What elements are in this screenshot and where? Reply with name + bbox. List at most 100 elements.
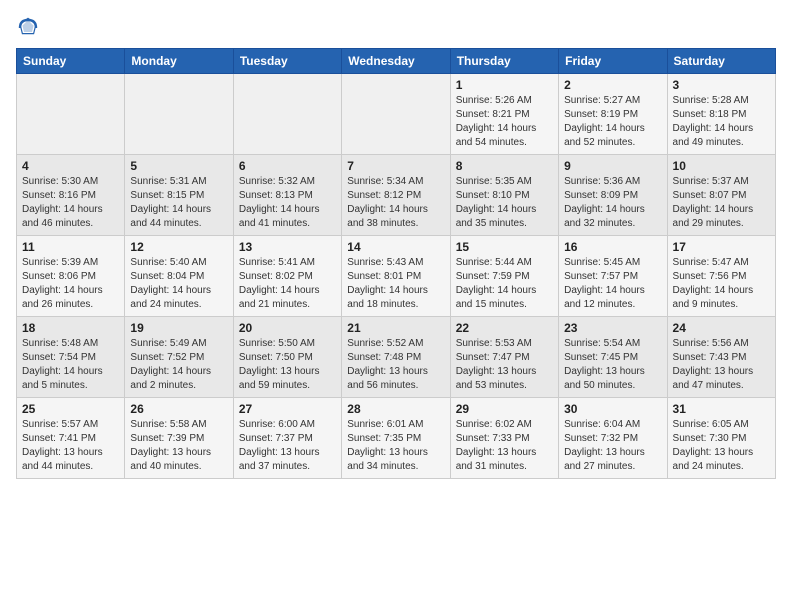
weekday-header-thursday: Thursday (450, 49, 558, 74)
day-number: 25 (22, 402, 119, 416)
calendar-cell: 21 Sunrise: 5:52 AM Sunset: 7:48 PM Dayli… (342, 317, 450, 398)
day-info: Sunrise: 5:53 AM Sunset: 7:47 PM Dayligh… (456, 337, 553, 393)
day-info: Sunrise: 5:34 AM Sunset: 8:12 PM Dayligh… (347, 175, 444, 231)
day-number: 20 (239, 321, 336, 335)
day-number: 7 (347, 159, 444, 173)
day-number: 22 (456, 321, 553, 335)
day-number: 31 (673, 402, 770, 416)
calendar-cell: 11Sunrise: 5:39 AM Sunset: 8:06 PM Dayli… (17, 236, 125, 317)
day-info: Sunrise: 5:31 AM Sunset: 8:15 PM Dayligh… (130, 175, 227, 231)
page-header (16, 16, 776, 40)
calendar-cell (233, 74, 341, 155)
day-number: 18 (22, 321, 119, 335)
calendar-cell: 26 Sunrise: 5:58 AM Sunset: 7:39 PM Dayli… (125, 398, 233, 479)
day-info: Sunrise: 6:04 AM Sunset: 7:32 PM Dayligh… (564, 418, 661, 474)
calendar-cell: 15Sunrise: 5:44 AM Sunset: 7:59 PM Dayli… (450, 236, 558, 317)
day-info: Sunrise: 5:52 AM Sunset: 7:48 PM Dayligh… (347, 337, 444, 393)
day-info: Sunrise: 5:56 AM Sunset: 7:43 PM Dayligh… (673, 337, 770, 393)
day-info: Sunrise: 5:44 AM Sunset: 7:59 PM Dayligh… (456, 256, 553, 312)
day-number: 1 (456, 78, 553, 92)
day-info: Sunrise: 5:30 AM Sunset: 8:16 PM Dayligh… (22, 175, 119, 231)
day-number: 30 (564, 402, 661, 416)
day-info: Sunrise: 5:39 AM Sunset: 8:06 PM Dayligh… (22, 256, 119, 312)
day-info: Sunrise: 6:02 AM Sunset: 7:33 PM Dayligh… (456, 418, 553, 474)
day-number: 19 (130, 321, 227, 335)
calendar-cell: 1 Sunrise: 5:26 AM Sunset: 8:21 PM Daylig… (450, 74, 558, 155)
calendar-cell: 22 Sunrise: 5:53 AM Sunset: 7:47 PM Dayli… (450, 317, 558, 398)
calendar-cell (342, 74, 450, 155)
calendar-cell: 27 Sunrise: 6:00 AM Sunset: 7:37 PM Dayli… (233, 398, 341, 479)
weekday-header-wednesday: Wednesday (342, 49, 450, 74)
day-info: Sunrise: 5:41 AM Sunset: 8:02 PM Dayligh… (239, 256, 336, 312)
day-info: Sunrise: 5:32 AM Sunset: 8:13 PM Dayligh… (239, 175, 336, 231)
calendar-cell: 18 Sunrise: 5:48 AM Sunset: 7:54 PM Dayli… (17, 317, 125, 398)
calendar-cell: 2Sunrise: 5:27 AM Sunset: 8:19 PM Daylig… (559, 74, 667, 155)
day-info: Sunrise: 5:49 AM Sunset: 7:52 PM Dayligh… (130, 337, 227, 393)
calendar-cell: 17 Sunrise: 5:47 AM Sunset: 7:56 PM Dayli… (667, 236, 775, 317)
week-row-4: 18 Sunrise: 5:48 AM Sunset: 7:54 PM Dayli… (17, 317, 776, 398)
day-number: 21 (347, 321, 444, 335)
calendar-cell: 10Sunrise: 5:37 AM Sunset: 8:07 PM Dayli… (667, 155, 775, 236)
day-info: Sunrise: 5:58 AM Sunset: 7:39 PM Dayligh… (130, 418, 227, 474)
calendar-cell: 13 Sunrise: 5:41 AM Sunset: 8:02 PM Dayli… (233, 236, 341, 317)
day-number: 23 (564, 321, 661, 335)
logo (16, 16, 44, 40)
day-number: 27 (239, 402, 336, 416)
day-info: Sunrise: 5:40 AM Sunset: 8:04 PM Dayligh… (130, 256, 227, 312)
weekday-header-tuesday: Tuesday (233, 49, 341, 74)
calendar-cell: 30 Sunrise: 6:04 AM Sunset: 7:32 PM Dayli… (559, 398, 667, 479)
day-number: 9 (564, 159, 661, 173)
day-info: Sunrise: 5:26 AM Sunset: 8:21 PM Dayligh… (456, 94, 553, 150)
day-number: 14 (347, 240, 444, 254)
day-number: 29 (456, 402, 553, 416)
day-number: 13 (239, 240, 336, 254)
weekday-header-monday: Monday (125, 49, 233, 74)
weekday-header-friday: Friday (559, 49, 667, 74)
calendar-cell: 8Sunrise: 5:35 AM Sunset: 8:10 PM Daylig… (450, 155, 558, 236)
week-row-5: 25 Sunrise: 5:57 AM Sunset: 7:41 PM Dayli… (17, 398, 776, 479)
day-number: 16 (564, 240, 661, 254)
day-info: Sunrise: 5:28 AM Sunset: 8:18 PM Dayligh… (673, 94, 770, 150)
day-number: 4 (22, 159, 119, 173)
calendar-cell: 6 Sunrise: 5:32 AM Sunset: 8:13 PM Daylig… (233, 155, 341, 236)
calendar-cell: 25 Sunrise: 5:57 AM Sunset: 7:41 PM Dayli… (17, 398, 125, 479)
day-info: Sunrise: 5:45 AM Sunset: 7:57 PM Dayligh… (564, 256, 661, 312)
day-number: 24 (673, 321, 770, 335)
calendar-cell: 23 Sunrise: 5:54 AM Sunset: 7:45 PM Dayli… (559, 317, 667, 398)
weekday-header-row: SundayMondayTuesdayWednesdayThursdayFrid… (17, 49, 776, 74)
calendar-cell: 4 Sunrise: 5:30 AM Sunset: 8:16 PM Daylig… (17, 155, 125, 236)
day-info: Sunrise: 5:27 AM Sunset: 8:19 PM Dayligh… (564, 94, 661, 150)
day-info: Sunrise: 5:57 AM Sunset: 7:41 PM Dayligh… (22, 418, 119, 474)
calendar-cell: 29 Sunrise: 6:02 AM Sunset: 7:33 PM Dayli… (450, 398, 558, 479)
calendar-cell: 31 Sunrise: 6:05 AM Sunset: 7:30 PM Dayli… (667, 398, 775, 479)
day-number: 17 (673, 240, 770, 254)
week-row-3: 11Sunrise: 5:39 AM Sunset: 8:06 PM Dayli… (17, 236, 776, 317)
day-info: Sunrise: 6:00 AM Sunset: 7:37 PM Dayligh… (239, 418, 336, 474)
calendar-cell: 7 Sunrise: 5:34 AM Sunset: 8:12 PM Daylig… (342, 155, 450, 236)
calendar-cell: 16 Sunrise: 5:45 AM Sunset: 7:57 PM Dayli… (559, 236, 667, 317)
day-info: Sunrise: 5:47 AM Sunset: 7:56 PM Dayligh… (673, 256, 770, 312)
calendar-cell: 3Sunrise: 5:28 AM Sunset: 8:18 PM Daylig… (667, 74, 775, 155)
calendar-cell: 28Sunrise: 6:01 AM Sunset: 7:35 PM Dayli… (342, 398, 450, 479)
day-number: 26 (130, 402, 227, 416)
weekday-header-sunday: Sunday (17, 49, 125, 74)
day-info: Sunrise: 6:05 AM Sunset: 7:30 PM Dayligh… (673, 418, 770, 474)
day-info: Sunrise: 6:01 AM Sunset: 7:35 PM Dayligh… (347, 418, 444, 474)
calendar-cell (125, 74, 233, 155)
day-number: 6 (239, 159, 336, 173)
calendar-table: SundayMondayTuesdayWednesdayThursdayFrid… (16, 48, 776, 479)
day-number: 12 (130, 240, 227, 254)
day-number: 8 (456, 159, 553, 173)
day-info: Sunrise: 5:48 AM Sunset: 7:54 PM Dayligh… (22, 337, 119, 393)
calendar-cell: 9 Sunrise: 5:36 AM Sunset: 8:09 PM Daylig… (559, 155, 667, 236)
calendar-cell: 20Sunrise: 5:50 AM Sunset: 7:50 PM Dayli… (233, 317, 341, 398)
weekday-header-saturday: Saturday (667, 49, 775, 74)
calendar-cell: 12 Sunrise: 5:40 AM Sunset: 8:04 PM Dayli… (125, 236, 233, 317)
day-number: 10 (673, 159, 770, 173)
day-info: Sunrise: 5:43 AM Sunset: 8:01 PM Dayligh… (347, 256, 444, 312)
calendar-cell (17, 74, 125, 155)
calendar-cell: 14 Sunrise: 5:43 AM Sunset: 8:01 PM Dayli… (342, 236, 450, 317)
day-info: Sunrise: 5:54 AM Sunset: 7:45 PM Dayligh… (564, 337, 661, 393)
day-info: Sunrise: 5:36 AM Sunset: 8:09 PM Dayligh… (564, 175, 661, 231)
week-row-1: 1 Sunrise: 5:26 AM Sunset: 8:21 PM Daylig… (17, 74, 776, 155)
